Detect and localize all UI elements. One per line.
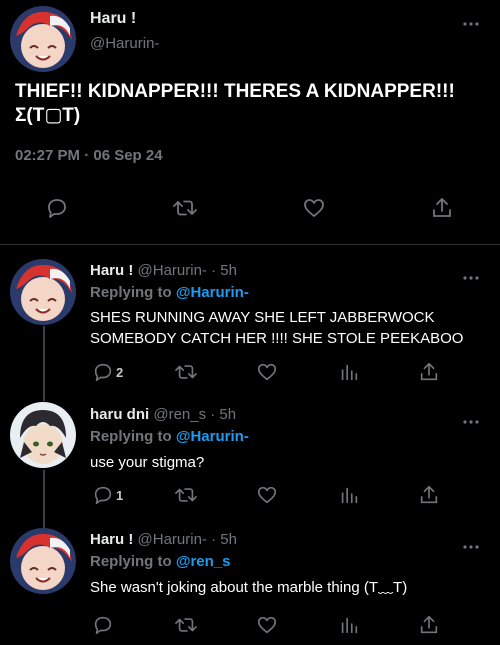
analytics-icon[interactable] bbox=[338, 614, 360, 636]
like-icon[interactable] bbox=[256, 484, 278, 506]
retweet-icon[interactable] bbox=[174, 614, 198, 636]
reply-text-line: She wasn't joking about the marble thing… bbox=[90, 579, 408, 596]
like-icon[interactable] bbox=[302, 196, 326, 220]
replying-label: Replying to bbox=[90, 428, 172, 445]
time[interactable]: · 5h bbox=[211, 262, 237, 279]
tweet-text: THIEF!! KIDNAPPER!!! THERES A KIDNAPPER!… bbox=[15, 80, 490, 128]
more-icon[interactable] bbox=[462, 268, 480, 286]
more-icon[interactable] bbox=[462, 14, 480, 32]
reply-tweet[interactable]: Haru ! @Harurin- · 5h Replying to @Harur… bbox=[0, 255, 500, 385]
reply-icon[interactable] bbox=[92, 614, 114, 636]
tweet-text-line: Σ(T▢T) bbox=[15, 105, 81, 126]
reply-text: SHES RUNNING AWAY SHE LEFT JABBERWOCK SO… bbox=[90, 307, 485, 349]
share-icon[interactable] bbox=[430, 196, 454, 220]
handle[interactable]: @Harurin- bbox=[90, 35, 159, 52]
timestamp[interactable]: 02:27 PM · 06 Sep 24 bbox=[15, 147, 163, 164]
handle[interactable]: @ren_s bbox=[153, 406, 206, 423]
reply-text-line: use your stigma? bbox=[90, 454, 205, 471]
replying-to-link[interactable]: @ren_s bbox=[176, 553, 231, 570]
replying-label: Replying to bbox=[90, 553, 172, 570]
reply-count: 1 bbox=[116, 488, 124, 503]
reply-tweet[interactable]: Haru ! @Harurin- · 5h Replying to @ren_s… bbox=[0, 524, 500, 645]
reply-count: 2 bbox=[116, 365, 124, 380]
reply-text: use your stigma? bbox=[90, 452, 485, 473]
reply-text-line: SOMEBODY CATCH HER !!!! SHE STOLE PEEKAB… bbox=[90, 330, 464, 347]
reply-tweet[interactable]: haru dni @ren_s · 5h Replying to @Haruri… bbox=[0, 398, 500, 516]
reply-icon[interactable] bbox=[92, 361, 114, 383]
handle[interactable]: @Harurin- bbox=[138, 531, 207, 548]
time[interactable]: · 5h bbox=[211, 531, 237, 548]
share-icon[interactable] bbox=[418, 361, 440, 383]
reply-header: Haru ! @Harurin- · 5h bbox=[90, 531, 237, 548]
analytics-icon[interactable] bbox=[338, 484, 360, 506]
avatar[interactable] bbox=[10, 6, 76, 72]
reply-text-line: SHES RUNNING AWAY SHE LEFT JABBERWOCK bbox=[90, 309, 435, 326]
action-bar bbox=[0, 196, 500, 226]
avatar[interactable] bbox=[10, 528, 76, 594]
divider bbox=[0, 244, 500, 245]
share-icon[interactable] bbox=[418, 484, 440, 506]
more-icon[interactable] bbox=[462, 412, 480, 430]
reply-text: She wasn't joking about the marble thing… bbox=[90, 577, 485, 598]
share-icon[interactable] bbox=[418, 614, 440, 636]
replying-label: Replying to bbox=[90, 284, 172, 301]
analytics-icon[interactable] bbox=[338, 361, 360, 383]
replying-to: Replying to @Harurin- bbox=[90, 428, 249, 445]
avatar[interactable] bbox=[10, 259, 76, 325]
time[interactable]: · 5h bbox=[210, 406, 236, 423]
reply-header: haru dni @ren_s · 5h bbox=[90, 406, 236, 423]
replying-to-link[interactable]: @Harurin- bbox=[176, 428, 249, 445]
more-icon[interactable] bbox=[462, 537, 480, 555]
display-name[interactable]: Haru ! bbox=[90, 10, 136, 28]
retweet-icon[interactable] bbox=[174, 484, 198, 506]
display-name[interactable]: Haru ! bbox=[90, 262, 133, 279]
like-icon[interactable] bbox=[256, 361, 278, 383]
retweet-icon[interactable] bbox=[172, 196, 198, 220]
main-tweet: Haru ! @Harurin- THIEF!! KIDNAPPER!!! TH… bbox=[0, 0, 500, 245]
reply-icon[interactable] bbox=[45, 196, 69, 220]
reply-icon[interactable] bbox=[92, 484, 114, 506]
replying-to-link[interactable]: @Harurin- bbox=[176, 284, 249, 301]
reply-header: Haru ! @Harurin- · 5h bbox=[90, 262, 237, 279]
tweet-text-line: THIEF!! KIDNAPPER!!! THERES A KIDNAPPER!… bbox=[15, 81, 455, 102]
avatar[interactable] bbox=[10, 402, 76, 468]
replying-to: Replying to @Harurin- bbox=[90, 284, 249, 301]
like-icon[interactable] bbox=[256, 614, 278, 636]
replying-to: Replying to @ren_s bbox=[90, 553, 231, 570]
handle[interactable]: @Harurin- bbox=[138, 262, 207, 279]
retweet-icon[interactable] bbox=[174, 361, 198, 383]
display-name[interactable]: haru dni bbox=[90, 406, 149, 423]
display-name[interactable]: Haru ! bbox=[90, 531, 133, 548]
